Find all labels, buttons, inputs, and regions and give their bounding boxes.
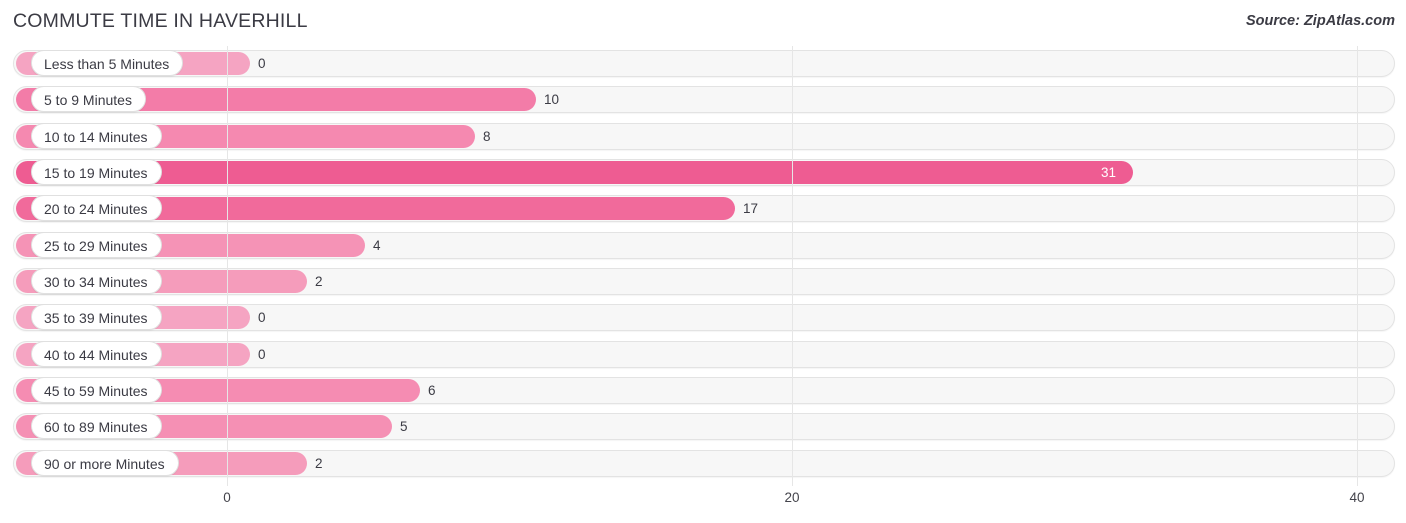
category-label: 25 to 29 Minutes <box>31 231 162 258</box>
x-axis-tick-label: 0 <box>223 490 231 505</box>
page-title: COMMUTE TIME IN HAVERHILL <box>13 10 308 32</box>
bar-value-label: 10 <box>544 92 560 108</box>
table-row[interactable]: Less than 5 Minutes 0 <box>0 46 1406 82</box>
bar-value-label: 17 <box>743 201 759 217</box>
bar-value-label: 5 <box>400 419 408 435</box>
table-row[interactable]: 45 to 59 Minutes 6 <box>0 373 1406 409</box>
bar-value-label: 8 <box>483 128 491 144</box>
table-row[interactable]: 60 to 89 Minutes 5 <box>0 409 1406 445</box>
bar-value-label: 2 <box>315 273 323 289</box>
bar-value-label: 2 <box>315 455 323 471</box>
table-row[interactable]: 35 to 39 Minutes 0 <box>0 300 1406 336</box>
category-label: 30 to 34 Minutes <box>31 267 162 294</box>
table-row[interactable]: 25 to 29 Minutes 4 <box>0 228 1406 264</box>
bar-value-label: 0 <box>258 310 266 326</box>
bar-value-label: 31 <box>1101 164 1117 180</box>
category-label: 10 to 14 Minutes <box>31 122 162 149</box>
source-attribution: Source: ZipAtlas.com <box>1245 13 1395 29</box>
table-row[interactable]: 5 to 9 Minutes 10 <box>0 82 1406 118</box>
category-label: 45 to 59 Minutes <box>31 376 162 403</box>
bar-value-label: 4 <box>373 237 381 253</box>
chart-header: COMMUTE TIME IN HAVERHILL Source: ZipAtl… <box>0 0 1406 46</box>
category-label: 35 to 39 Minutes <box>31 304 162 331</box>
chart-page: COMMUTE TIME IN HAVERHILL Source: ZipAtl… <box>0 0 1406 523</box>
bar-value-label: 0 <box>258 346 266 362</box>
table-row[interactable]: 15 to 19 Minutes 31 <box>0 155 1406 191</box>
bar-rows: Less than 5 Minutes 0 5 to 9 Minutes 10 10 t… <box>0 46 1406 482</box>
bar-value-label: 6 <box>428 382 436 398</box>
category-label: 40 to 44 Minutes <box>31 340 162 367</box>
table-row[interactable]: 30 to 34 Minutes 2 <box>0 264 1406 300</box>
bar[interactable] <box>16 160 1133 184</box>
category-label: Less than 5 Minutes <box>31 50 184 76</box>
table-row[interactable]: 90 or more Minutes 2 <box>0 446 1406 482</box>
table-row[interactable]: 20 to 24 Minutes 17 <box>0 191 1406 227</box>
category-label: 60 to 89 Minutes <box>31 413 162 440</box>
bar-value-label: 0 <box>258 56 266 71</box>
table-row[interactable]: 10 to 14 Minutes 8 <box>0 119 1406 155</box>
category-label: 20 to 24 Minutes <box>31 195 162 222</box>
category-label: 90 or more Minutes <box>31 449 179 476</box>
x-axis-tick-label: 40 <box>1349 490 1365 505</box>
x-axis: 0 20 40 <box>0 486 1406 523</box>
category-label: 5 to 9 Minutes <box>31 86 146 113</box>
x-axis-tick-label: 20 <box>784 490 800 505</box>
category-label: 15 to 19 Minutes <box>31 158 162 185</box>
table-row[interactable]: 40 to 44 Minutes 0 <box>0 337 1406 373</box>
plot-area: Less than 5 Minutes 0 5 to 9 Minutes 10 10 t… <box>0 46 1406 486</box>
